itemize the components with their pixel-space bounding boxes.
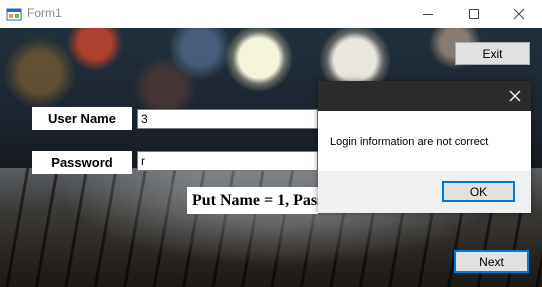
dialog-titlebar[interactable] [318, 81, 531, 111]
maximize-button[interactable] [451, 0, 497, 28]
maximize-icon [469, 9, 479, 19]
window-titlebar[interactable]: Form1 [0, 0, 542, 28]
password-input[interactable]: r [137, 151, 318, 171]
window-title: Form1 [27, 6, 62, 20]
username-input[interactable]: 3 [137, 109, 318, 129]
dialog-close-button[interactable] [505, 86, 525, 106]
dialog-message: Login information are not correct [330, 136, 489, 148]
exit-button[interactable]: Exit [455, 42, 530, 65]
credentials-hint-label: Put Name = 1, Pass [187, 187, 318, 214]
close-icon [509, 90, 521, 102]
ok-button[interactable]: OK [442, 181, 515, 202]
winforms-app-icon [6, 6, 22, 22]
minimize-button[interactable] [405, 0, 451, 28]
minimize-icon [423, 14, 433, 15]
message-dialog: Login information are not correct OK [318, 81, 531, 213]
password-label: Password [32, 151, 132, 174]
close-icon [513, 8, 525, 20]
next-button[interactable]: Next [454, 250, 529, 273]
username-label: User Name [32, 107, 132, 130]
close-button[interactable] [496, 0, 542, 28]
